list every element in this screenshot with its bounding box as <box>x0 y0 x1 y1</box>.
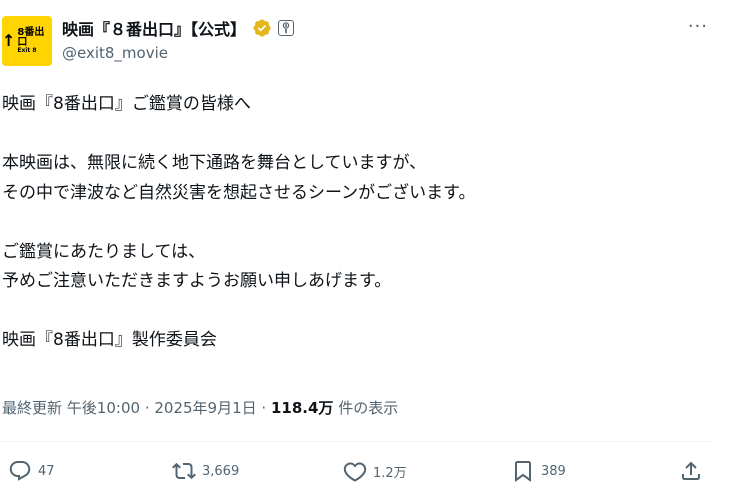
tweet-text: 映画『8番出口』ご鑑賞の皆様へ 本映画は、無限に続く地下通路を舞台としていますが… <box>2 90 702 356</box>
author-name-row: 映画『８番出口』【公式】 <box>62 16 295 40</box>
retweet-button[interactable]: 3,669 <box>172 459 239 483</box>
like-count: 1.2万 <box>373 465 407 481</box>
heart-icon <box>343 462 367 482</box>
verified-badge-icon[interactable] <box>252 18 272 38</box>
meta-separator: · <box>261 399 267 417</box>
display-name[interactable]: 映画『８番出口』【公式】 <box>62 16 246 40</box>
tweet-line: 映画『8番出口』ご鑑賞の皆様へ <box>2 94 251 114</box>
updated-label: 最終更新 <box>2 399 63 417</box>
tweet-line: ご鑑賞にあたりましては、 <box>2 241 206 262</box>
share-button[interactable] <box>679 459 703 483</box>
tweet-line-blank <box>2 297 702 327</box>
share-icon <box>682 461 700 480</box>
affiliate-badge-icon[interactable] <box>278 20 295 36</box>
bookmark-count: 389 <box>541 463 566 479</box>
author-handle[interactable]: @exit8_movie <box>62 44 168 62</box>
avatar[interactable]: ↑ 8番出口 Exit 8 <box>2 16 52 66</box>
reply-count: 47 <box>38 463 55 479</box>
tweet-date[interactable]: 2025年9月1日 <box>154 399 256 417</box>
divider <box>0 441 712 442</box>
tweet-meta: 最終更新 午後10:00 · 2025年9月1日 · 118.4万 件の表示 <box>2 397 398 418</box>
tweet-line: 映画『8番出口』製作委員会 <box>2 330 217 350</box>
views-count[interactable]: 118.4万 <box>271 399 333 417</box>
action-bar: 47 3,669 1.2万 389 <box>0 459 712 487</box>
avatar-logo-bottom: Exit 8 <box>17 47 37 54</box>
avatar-logo-top: 8番出口 <box>17 27 45 48</box>
up-arrow-icon: ↑ <box>2 31 16 50</box>
tweet-time[interactable]: 午後10:00 <box>67 399 140 417</box>
tweet-line: 予めご注意いただきますようお願い申しあげます。 <box>2 271 392 291</box>
more-options-icon[interactable]: ··· <box>688 18 708 36</box>
bookmark-icon <box>515 461 531 482</box>
retweet-icon <box>172 462 196 480</box>
tweet-line-blank <box>2 208 702 238</box>
bookmark-button[interactable]: 389 <box>511 459 566 483</box>
avatar-logo: 8番出口 Exit 8 <box>17 28 52 54</box>
reply-button[interactable]: 47 <box>8 459 55 483</box>
tweet: ↑ 8番出口 Exit 8 映画『８番出口』【公式】 @exit8_movie … <box>0 0 730 500</box>
views-label: 件の表示 <box>338 399 399 417</box>
meta-separator: · <box>144 399 150 417</box>
retweet-count: 3,669 <box>202 463 240 479</box>
tweet-line: 本映画は、無限に続く地下通路を舞台としていますが、 <box>2 153 427 173</box>
tweet-line-blank <box>2 120 702 150</box>
like-button[interactable]: 1.2万 <box>343 459 407 483</box>
tweet-line: その中で津波など自然災害を想起させるシーンがございます。 <box>2 182 476 203</box>
reply-icon <box>9 461 31 481</box>
